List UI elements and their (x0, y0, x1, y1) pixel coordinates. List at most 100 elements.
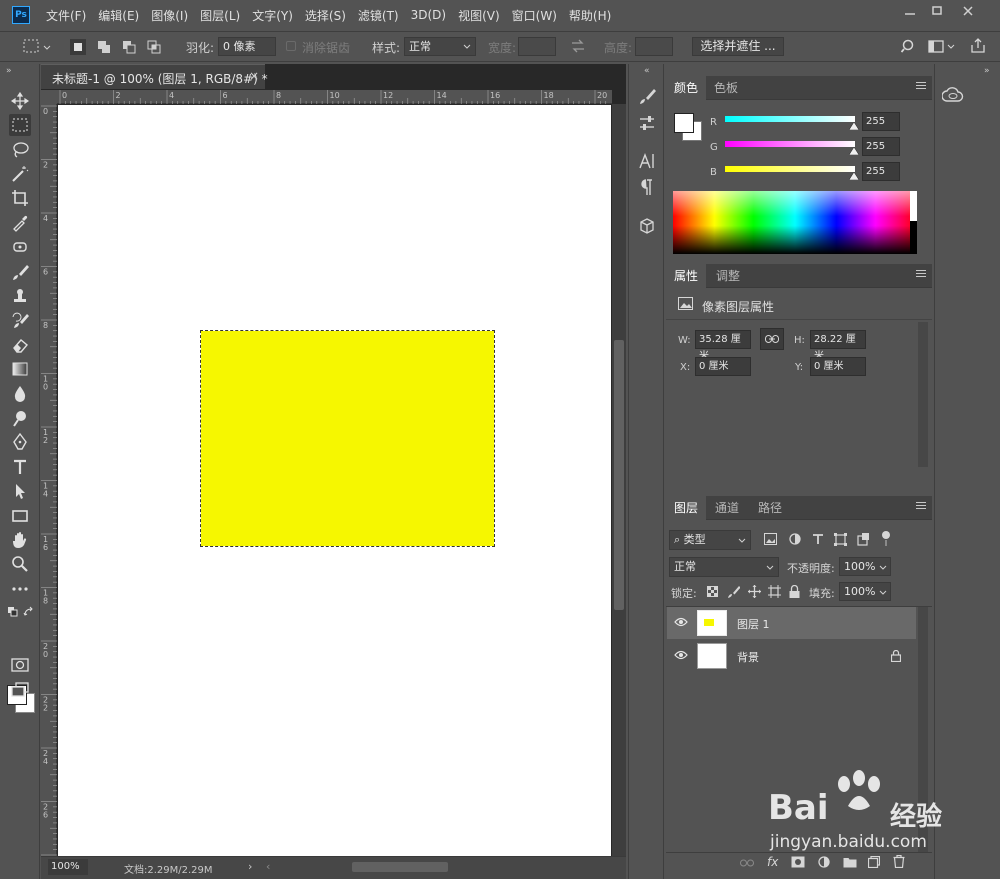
properties-scrollbar[interactable] (918, 322, 928, 467)
fill-input[interactable]: 100% (839, 582, 891, 601)
pen-tool-icon[interactable] (9, 431, 31, 453)
maximize-button[interactable] (921, 0, 953, 22)
history-brush-tool-icon[interactable] (9, 310, 31, 332)
magic-wand-tool-icon[interactable] (9, 163, 31, 185)
paragraph-panel-icon[interactable] (637, 177, 657, 197)
tab-properties[interactable]: 属性 (666, 264, 707, 288)
menu-window[interactable]: 窗口(W) (512, 7, 557, 24)
y-prop-input[interactable]: 0 厘米 (810, 357, 866, 376)
swap-colors-icon[interactable] (23, 606, 35, 618)
tab-adjustments[interactable]: 调整 (708, 264, 748, 288)
x-prop-input[interactable]: 0 厘米 (695, 357, 751, 376)
color-fg-swatch[interactable] (674, 113, 694, 133)
dodge-tool-icon[interactable] (9, 407, 31, 429)
character-panel-icon[interactable] (637, 151, 657, 171)
screen-mode-icon[interactable] (9, 679, 31, 701)
share-icon[interactable] (970, 38, 986, 54)
zoom-level-field[interactable]: 100% (48, 859, 88, 875)
close-tab-icon[interactable]: × (249, 69, 259, 83)
close-window-button[interactable] (952, 0, 984, 22)
lock-position-icon[interactable] (748, 585, 761, 598)
menu-help[interactable]: 帮助(H) (569, 7, 611, 24)
horizontal-scroll-thumb[interactable] (352, 862, 448, 872)
crop-tool-icon[interactable] (9, 187, 31, 209)
quick-mask-icon[interactable] (9, 654, 31, 676)
eye-visibility-icon[interactable] (674, 650, 688, 660)
collapse-arrows-icon[interactable]: » (940, 64, 996, 74)
link-dimensions-icon[interactable] (760, 328, 784, 350)
layer-name[interactable]: 图层 1 (737, 616, 770, 632)
filter-adjustment-icon[interactable] (789, 533, 801, 545)
feather-input[interactable]: 0 像素 (218, 37, 276, 56)
menu-layer[interactable]: 图层(L) (200, 7, 240, 24)
type-tool-icon[interactable] (9, 456, 31, 478)
menu-image[interactable]: 图像(I) (151, 7, 188, 24)
workspace-icon[interactable] (928, 39, 958, 55)
channel-slider-b[interactable] (725, 166, 855, 172)
spot-healing-tool-icon[interactable] (9, 236, 31, 258)
blend-mode-select[interactable]: 正常 (669, 557, 779, 577)
3d-panel-icon[interactable] (637, 216, 657, 236)
lasso-tool-icon[interactable] (9, 139, 31, 161)
menu-file[interactable]: 文件(F) (46, 7, 86, 24)
slider-handle-r-icon[interactable] (849, 122, 859, 130)
intersect-selection-icon[interactable] (146, 39, 162, 55)
lock-image-pixels-icon[interactable] (727, 585, 740, 598)
add-to-selection-icon[interactable] (96, 39, 112, 55)
link-layers-icon[interactable] (740, 858, 754, 868)
width-prop-input[interactable]: 35.28 厘米 (695, 330, 751, 362)
rectangle-tool-icon[interactable] (9, 505, 31, 527)
slider-handle-g-icon[interactable] (849, 147, 859, 155)
channel-value-r[interactable]: 255 (862, 112, 900, 131)
lock-all-icon[interactable] (789, 585, 800, 598)
tab-swatches[interactable]: 色板 (706, 76, 746, 100)
document-tab[interactable]: 未标题-1 @ 100% (图层 1, RGB/8#) * × (41, 64, 268, 89)
menu-edit[interactable]: 编辑(E) (98, 7, 139, 24)
gradient-tool-icon[interactable] (9, 358, 31, 380)
expand-toolbar-arrows-icon[interactable]: » (3, 64, 23, 74)
vertical-scroll-thumb[interactable] (614, 340, 624, 610)
yellow-rectangle-selection[interactable] (200, 330, 495, 547)
height-prop-input[interactable]: 28.22 厘米 (810, 330, 866, 362)
clone-stamp-tool-icon[interactable] (9, 285, 31, 307)
menu-filter[interactable]: 滤镜(T) (358, 7, 399, 24)
default-colors-icon[interactable] (7, 606, 19, 618)
status-menu-arrow-icon[interactable]: › (248, 860, 252, 873)
vertical-ruler[interactable]: 0246810121416182022242628 (41, 104, 57, 856)
layer-name[interactable]: 背景 (737, 649, 759, 665)
panel-menu-icon[interactable] (916, 502, 926, 512)
layer-row-layer1[interactable]: 图层 1 (667, 607, 916, 639)
height-input[interactable] (635, 37, 673, 56)
rectangular-marquee-tool-icon[interactable] (9, 114, 31, 136)
width-input[interactable] (518, 37, 556, 56)
eye-visibility-icon[interactable] (674, 617, 688, 627)
panel-menu-icon[interactable] (916, 82, 926, 92)
new-selection-icon[interactable] (70, 39, 86, 55)
channel-slider-g[interactable] (725, 141, 855, 147)
more-tools-icon[interactable] (9, 578, 31, 600)
path-selection-tool-icon[interactable] (9, 480, 31, 502)
color-spectrum[interactable] (673, 191, 917, 254)
tab-layers[interactable]: 图层 (666, 496, 707, 520)
channel-value-b[interactable]: 255 (862, 162, 900, 181)
layer-row-background[interactable]: 背景 (667, 640, 916, 672)
filter-pixel-icon[interactable] (764, 533, 777, 545)
style-select[interactable]: 正常 (404, 37, 476, 56)
filter-smart-object-icon[interactable] (857, 533, 869, 546)
search-icon[interactable] (901, 39, 917, 55)
menu-view[interactable]: 视图(V) (458, 7, 500, 24)
ruler-origin[interactable] (41, 90, 57, 104)
move-tool-icon[interactable] (9, 90, 31, 112)
filter-shape-icon[interactable] (834, 533, 847, 546)
scroll-left-icon[interactable]: ‹ (266, 860, 270, 873)
eyedropper-tool-icon[interactable] (9, 212, 31, 234)
marquee-tool-preset-icon[interactable] (22, 38, 52, 56)
channel-slider-r[interactable] (725, 116, 855, 122)
filter-type-icon[interactable] (812, 533, 824, 545)
libraries-icon[interactable] (942, 86, 964, 104)
zoom-tool-icon[interactable] (9, 553, 31, 575)
opacity-input[interactable]: 100% (839, 557, 891, 576)
brush-settings-icon[interactable] (637, 113, 657, 133)
filter-toggle-icon[interactable] (880, 531, 892, 547)
menu-3d[interactable]: 3D(D) (411, 8, 446, 22)
